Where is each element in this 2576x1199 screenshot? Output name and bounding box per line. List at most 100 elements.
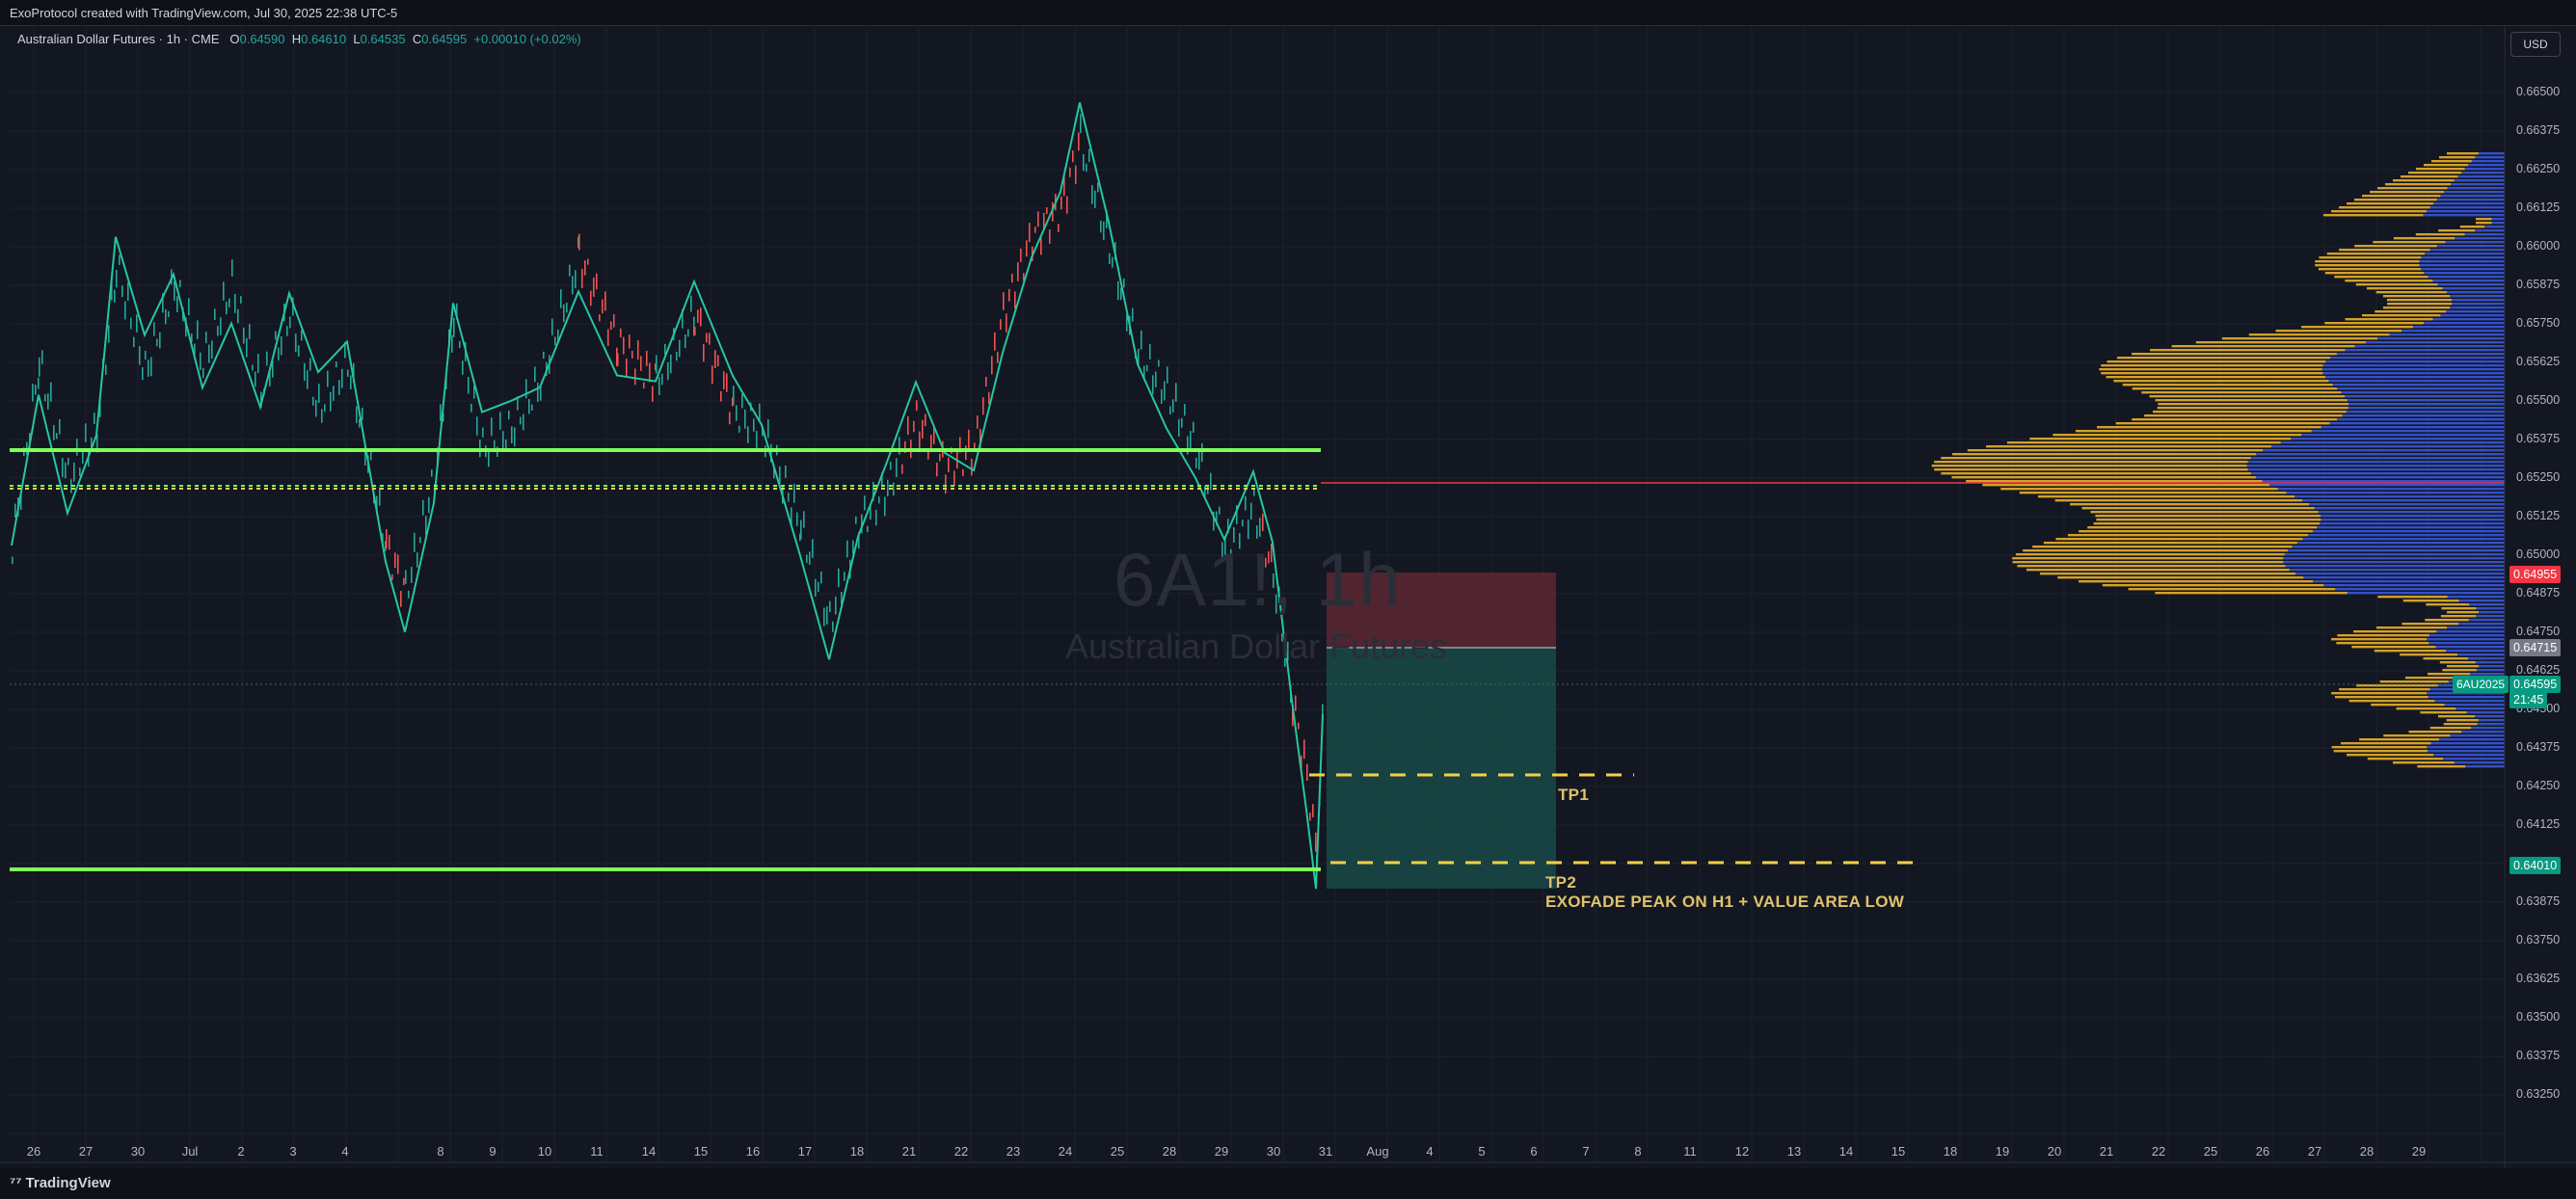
credit-text: ExoProtocol created with TradingView.com… <box>10 6 398 20</box>
stop-price-badge: 0.64955 <box>2509 566 2562 583</box>
price-tick-label: 0.64250 <box>2516 779 2561 792</box>
time-tick-label: 19 <box>1995 1144 2010 1159</box>
legend-symbol: Australian Dollar Futures · 1h · CME <box>17 32 220 46</box>
time-tick-label: 7 <box>1582 1144 1590 1159</box>
tp1-label: TP1 <box>1558 786 1590 804</box>
price-tick-label: 0.64875 <box>2516 586 2561 600</box>
price-tick-label: 0.65125 <box>2516 509 2561 522</box>
time-tick-label: 18 <box>1943 1144 1958 1159</box>
time-tick-label: 26 <box>26 1144 41 1159</box>
time-tick-label: 28 <box>1162 1144 1177 1159</box>
price-tick-label: 0.63375 <box>2516 1049 2561 1062</box>
price-tick-label: 0.63875 <box>2516 894 2561 908</box>
envelope-line <box>11 102 1324 890</box>
tradingview-logo: ⁷⁷ TradingView <box>10 1175 111 1191</box>
time-tick-label: 12 <box>1734 1144 1750 1159</box>
time-tick-label: 29 <box>2411 1144 2427 1159</box>
time-tick-label: 24 <box>1058 1144 1073 1159</box>
time-tick-label: 25 <box>1110 1144 1125 1159</box>
time-tick-label: 30 <box>130 1144 146 1159</box>
chart-area[interactable]: 6A1!, 1h Australian Dollar Futures TP1 T… <box>0 25 2576 1168</box>
time-tick-label: 22 <box>953 1144 969 1159</box>
legend-open: 0.64590 <box>239 32 285 46</box>
price-tick-label: 0.63625 <box>2516 972 2561 985</box>
bottom-bar: ⁷⁷ TradingView <box>0 1168 2576 1199</box>
time-tick-label: 30 <box>1266 1144 1281 1159</box>
time-tick-label: 28 <box>2359 1144 2375 1159</box>
price-tick-label: 0.66375 <box>2516 123 2561 137</box>
target-price-badge: 0.64010 <box>2509 857 2562 874</box>
watermark-name: Australian Dollar Futures <box>1065 626 1448 666</box>
legend-high: 0.64610 <box>301 32 347 46</box>
time-tick-label: 14 <box>1838 1144 1854 1159</box>
time-tick-label: 21 <box>2099 1144 2114 1159</box>
price-tick-label: 0.63500 <box>2516 1010 2561 1024</box>
price-tick-label: 0.65750 <box>2516 316 2561 330</box>
price-tick-label: 0.66250 <box>2516 162 2561 175</box>
contract-badge: 6AU2025 <box>2453 676 2509 693</box>
price-tick-label: 0.65250 <box>2516 470 2561 484</box>
legend-low-label: L <box>353 32 361 46</box>
legend-close: 0.64595 <box>421 32 468 46</box>
legend-open-label: O <box>229 32 240 46</box>
price-tick-label: 0.64375 <box>2516 740 2561 754</box>
time-tick-label: 15 <box>693 1144 709 1159</box>
time-tick-label: 31 <box>1318 1144 1333 1159</box>
time-tick-label: 8 <box>437 1144 444 1159</box>
time-tick-label: 10 <box>537 1144 552 1159</box>
time-tick-label: Jul <box>181 1144 199 1159</box>
price-tick-label: 0.64125 <box>2516 817 2561 831</box>
time-tick-label: 11 <box>1683 1144 1697 1159</box>
time-tick-label: 8 <box>1634 1144 1642 1159</box>
legend-close-label: C <box>412 32 422 46</box>
volume-profile <box>1931 152 2505 768</box>
time-tick-label: 29 <box>1214 1144 1229 1159</box>
time-tick-label: 22 <box>2151 1144 2166 1159</box>
price-tick-label: 0.63750 <box>2516 933 2561 946</box>
price-tick-label: 0.64625 <box>2516 663 2561 677</box>
time-tick-label: 4 <box>1426 1144 1434 1159</box>
time-tick-label: 17 <box>797 1144 813 1159</box>
time-tick-label: 6 <box>1530 1144 1538 1159</box>
price-tick-label: 0.66500 <box>2516 85 2561 98</box>
tv-logo-icon: ⁷⁷ <box>10 1175 26 1191</box>
time-tick-label: 16 <box>745 1144 761 1159</box>
time-tick-label: Aug <box>1366 1144 1389 1159</box>
time-tick-label: 11 <box>590 1144 604 1159</box>
time-tick-label: 13 <box>1786 1144 1802 1159</box>
legend-high-label: H <box>291 32 302 46</box>
price-tick-label: 0.63250 <box>2516 1087 2561 1101</box>
time-tick-label: 26 <box>2255 1144 2270 1159</box>
time-tick-label: 21 <box>901 1144 917 1159</box>
symbol-legend[interactable]: Australian Dollar Futures · 1h · CME O0.… <box>17 32 581 46</box>
price-tick-label: 0.65625 <box>2516 355 2561 368</box>
time-tick-label: 15 <box>1891 1144 1906 1159</box>
countdown-badge: 21:45 <box>2509 691 2548 708</box>
time-tick-label: 4 <box>341 1144 349 1159</box>
price-tick-label: 0.65875 <box>2516 278 2561 291</box>
watermark-ticker: 6A1!, 1h <box>1114 537 1402 622</box>
time-tick-label: 3 <box>289 1144 297 1159</box>
tp2-note: EXOFADE PEAK ON H1 + VALUE AREA LOW <box>1545 893 1905 911</box>
time-tick-label: 27 <box>78 1144 94 1159</box>
brand-text: TradingView <box>25 1175 111 1191</box>
price-tick-label: 0.65000 <box>2516 547 2561 561</box>
price-tick-label: 0.65375 <box>2516 432 2561 445</box>
legend-low: 0.64535 <box>360 32 406 46</box>
tp2-label: TP2 <box>1545 873 1577 892</box>
legend-change: +0.00010 (+0.02%) <box>473 32 581 46</box>
time-tick-label: 18 <box>849 1144 865 1159</box>
time-tick-label: 23 <box>1006 1144 1021 1159</box>
time-tick-label: 27 <box>2307 1144 2322 1159</box>
time-tick-label: 14 <box>641 1144 657 1159</box>
currency-button[interactable]: USD <box>2510 32 2561 57</box>
entry-price-badge: 0.64715 <box>2509 639 2562 656</box>
price-tick-label: 0.66000 <box>2516 239 2561 253</box>
time-tick-label: 9 <box>489 1144 496 1159</box>
time-tick-label: 20 <box>2047 1144 2062 1159</box>
time-tick-label: 5 <box>1478 1144 1486 1159</box>
price-tick-label: 0.64750 <box>2516 625 2561 638</box>
time-tick-label: 25 <box>2203 1144 2218 1159</box>
time-tick-label: 2 <box>237 1144 245 1159</box>
price-tick-label: 0.66125 <box>2516 200 2561 214</box>
